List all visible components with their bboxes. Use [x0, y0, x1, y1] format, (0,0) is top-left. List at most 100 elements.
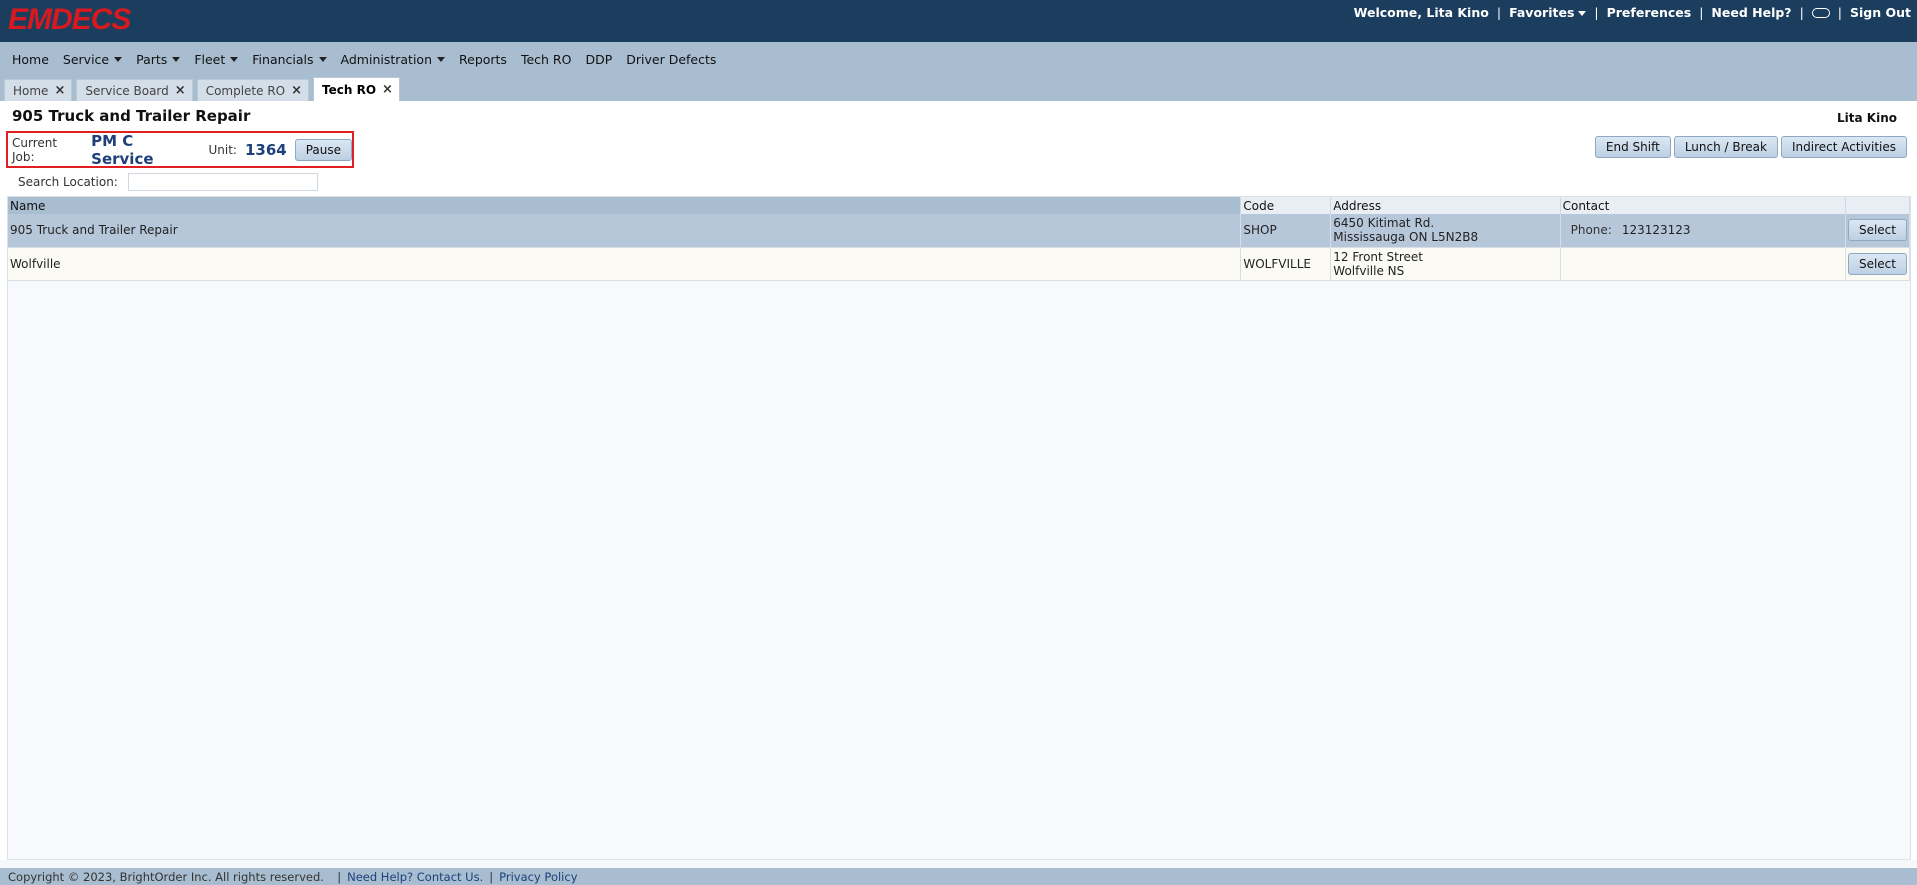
menu-parts[interactable]: Parts: [136, 51, 181, 67]
tab-label: Service Board: [85, 83, 169, 98]
indirect-activities-button[interactable]: Indirect Activities: [1780, 136, 1907, 158]
address-line-2: Wolfville NS: [1333, 263, 1405, 278]
privacy-policy-link[interactable]: Privacy Policy: [499, 870, 577, 884]
close-icon[interactable]: ×: [291, 84, 302, 97]
column-header-action: [1845, 197, 1911, 214]
column-header-name[interactable]: Name: [8, 197, 1242, 214]
chevron-down-icon: [1578, 11, 1587, 16]
locations-grid: Name Code Address Contact 905 Truck and …: [7, 196, 1911, 860]
copyright-text: Copyright © 2023, BrightOrder Inc. All r…: [8, 869, 324, 884]
chevron-down-icon: [172, 56, 181, 62]
chevron-down-icon: [437, 56, 445, 62]
search-location-label: Search Location:: [18, 175, 118, 189]
cell-name: 905 Truck and Trailer Repair: [8, 214, 1242, 248]
address-line-1: 6450 Kitimat Rd.: [1333, 216, 1435, 231]
menu-label: Driver Defects: [626, 51, 717, 67]
table-row[interactable]: Wolfville WOLFVILLE 12 Front Street Wolf…: [8, 247, 1911, 281]
tab-label: Tech RO: [322, 82, 377, 97]
menu-financials[interactable]: Financials: [252, 51, 327, 67]
menu-service[interactable]: Service: [62, 51, 123, 67]
emdecs-logo[interactable]: EMDECS: [8, 3, 131, 37]
user-name: Lita Kino: [1837, 111, 1897, 125]
cell-contact: [1560, 247, 1846, 281]
search-location-row: Search Location:: [18, 173, 318, 191]
menu-reports[interactable]: Reports: [459, 52, 507, 67]
separator: |: [1799, 5, 1804, 20]
select-button[interactable]: Select: [1847, 219, 1907, 242]
tab-bar: Home × Service Board × Complete RO × Tech R…: [0, 76, 1917, 101]
tab-tech-ro[interactable]: Tech RO ×: [313, 77, 400, 101]
table-header-row: Name Code Address Contact: [8, 197, 1911, 214]
chevron-down-icon: [114, 56, 123, 62]
tech-ro-content: 905 Truck and Trailer Repair Lita Kino C…: [0, 101, 1917, 860]
chevron-down-icon: [230, 56, 239, 62]
column-header-code[interactable]: Code: [1240, 197, 1332, 214]
end-shift-button[interactable]: End Shift: [1594, 136, 1671, 158]
menu-label: Fleet: [194, 51, 226, 67]
menu-label: Service: [62, 51, 110, 67]
menu-label: Tech RO: [520, 51, 572, 67]
tab-service-board[interactable]: Service Board ×: [76, 79, 193, 101]
preferences-link[interactable]: Preferences: [1607, 5, 1692, 20]
close-icon[interactable]: ×: [175, 84, 186, 97]
separator: |: [1594, 5, 1599, 20]
separator: |: [489, 869, 494, 884]
menu-label: Administration: [340, 51, 432, 67]
favorites-label: Favorites: [1509, 5, 1575, 20]
footer: Copyright © 2023, BrightOrder Inc. All r…: [0, 868, 1917, 885]
lunch-break-button[interactable]: Lunch / Break: [1673, 136, 1778, 158]
phone-value: 123123123: [1621, 223, 1691, 238]
tab-label: Home: [13, 83, 49, 98]
need-help-link[interactable]: Need Help?: [1711, 5, 1791, 20]
cell-code: SHOP: [1240, 214, 1332, 248]
cloud-icon[interactable]: [1811, 7, 1830, 18]
welcome-text: Welcome, Lita Kino: [1353, 5, 1489, 20]
menu-administration[interactable]: Administration: [341, 52, 445, 67]
top-links: Welcome, Lita Kino | Favorites | Prefere…: [1354, 5, 1911, 20]
current-job-panel: Current Job: PM C Service Unit: 1364 Pau…: [6, 131, 354, 168]
address-line-2: Mississauga ON L5N2B8: [1333, 230, 1479, 245]
menu-label: Reports: [459, 51, 507, 67]
menu-label: Parts: [136, 51, 168, 67]
menu-label: Home: [12, 51, 49, 67]
table-row[interactable]: 905 Truck and Trailer Repair SHOP 6450 K…: [8, 214, 1911, 248]
sign-out-link[interactable]: Sign Out: [1850, 5, 1911, 20]
cell-code: WOLFVILLE: [1240, 247, 1332, 281]
column-header-address[interactable]: Address: [1330, 197, 1561, 214]
menu-home[interactable]: Home: [12, 52, 49, 67]
menu-driver-defects[interactable]: Driver Defects: [626, 52, 716, 67]
favorites-menu[interactable]: Favorites: [1509, 5, 1587, 20]
current-job-label: Current Job:: [12, 135, 58, 164]
menu-fleet[interactable]: Fleet: [194, 51, 239, 67]
cell-action: Select: [1845, 247, 1911, 281]
close-icon[interactable]: ×: [382, 83, 393, 96]
page-title: 905 Truck and Trailer Repair: [12, 107, 251, 125]
menu-ddp[interactable]: DDP: [585, 52, 612, 67]
tab-label: Complete RO: [205, 83, 286, 98]
close-icon[interactable]: ×: [54, 84, 65, 97]
current-job-value: PM C Service: [91, 131, 154, 168]
phone-label: Phone:: [1570, 223, 1612, 238]
main-menu: Home Service Parts Fleet Financials Admi…: [0, 42, 1917, 76]
tab-complete-ro[interactable]: Complete RO ×: [196, 79, 310, 101]
unit-label: Unit:: [208, 142, 237, 157]
separator: |: [1699, 5, 1704, 20]
contact-us-link[interactable]: Need Help? Contact Us.: [347, 870, 483, 884]
menu-label: Financials: [252, 51, 314, 67]
search-location-input[interactable]: [127, 173, 318, 191]
shift-actions: End Shift Lunch / Break Indirect Activit…: [1594, 136, 1907, 158]
separator: |: [1496, 5, 1502, 20]
cell-action: Select: [1845, 214, 1911, 248]
pause-button[interactable]: Pause: [294, 138, 352, 161]
cell-name: Wolfville: [8, 247, 1242, 281]
column-header-contact[interactable]: Contact: [1560, 197, 1846, 214]
separator: |: [1837, 5, 1842, 20]
separator: |: [329, 869, 342, 884]
top-bar: EMDECS Welcome, Lita Kino | Favorites | …: [0, 0, 1917, 42]
cell-address: 12 Front Street Wolfville NS: [1330, 247, 1561, 281]
select-button[interactable]: Select: [1847, 252, 1907, 275]
tab-home[interactable]: Home ×: [4, 79, 73, 101]
chevron-down-icon: [318, 56, 327, 62]
menu-tech-ro[interactable]: Tech RO: [521, 52, 572, 67]
unit-value: 1364: [244, 140, 287, 159]
